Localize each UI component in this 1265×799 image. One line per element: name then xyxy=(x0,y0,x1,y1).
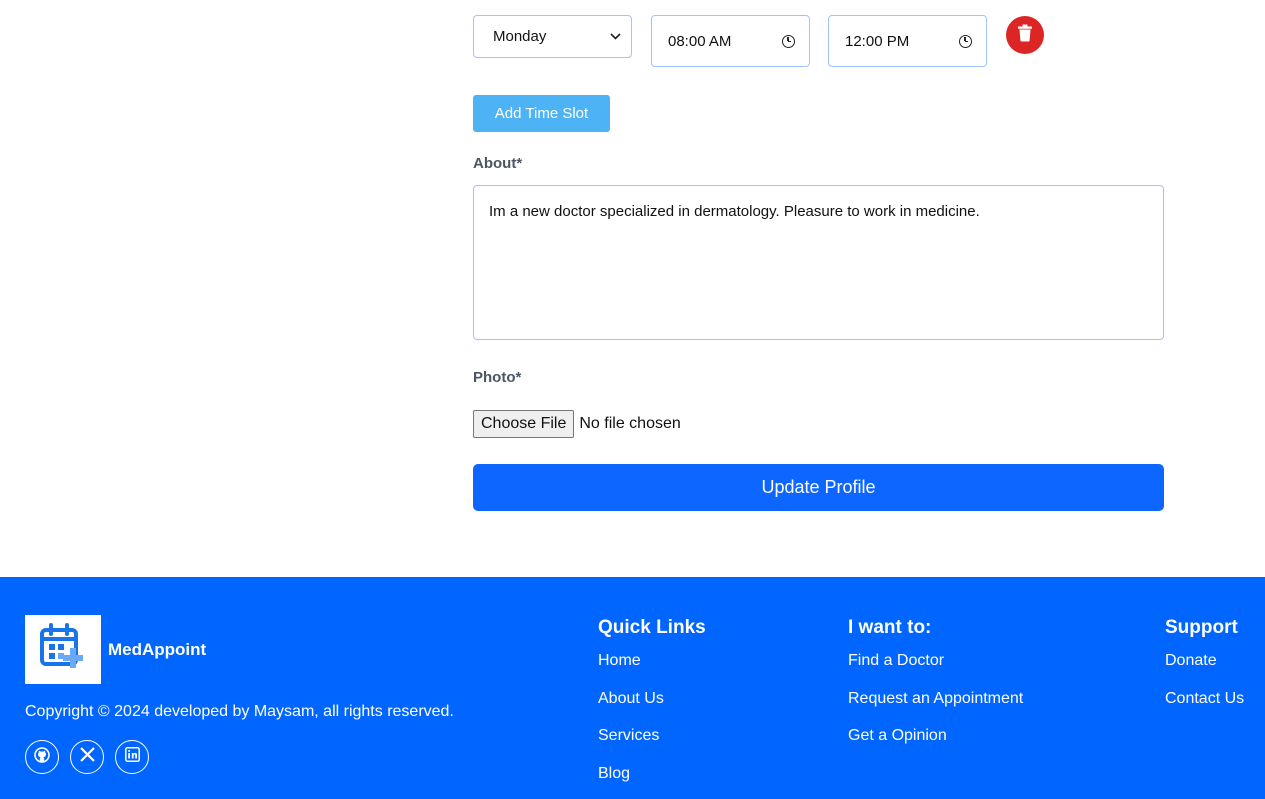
quick-links-title: Quick Links xyxy=(598,617,706,638)
linkedin-icon xyxy=(124,747,140,767)
page: Monday 08:00 AM 12:00 PM Add Time Slot A… xyxy=(0,0,1265,799)
clock-icon[interactable] xyxy=(959,34,972,48)
brand-name[interactable]: MedAppoint xyxy=(108,640,206,660)
about-textarea[interactable]: Im a new doctor specialized in dermatolo… xyxy=(473,185,1164,340)
support-column: Support Donate Contact Us xyxy=(1165,618,1244,728)
github-link[interactable] xyxy=(25,740,59,774)
file-status: No file chosen xyxy=(579,415,681,432)
footer: MedAppoint Copyright © 2024 developed by… xyxy=(0,577,1265,799)
footer-link-contact-us[interactable]: Contact Us xyxy=(1165,690,1244,729)
trash-icon xyxy=(1017,24,1033,47)
social-links xyxy=(25,740,149,774)
end-time-value: 12:00 PM xyxy=(845,32,910,50)
start-time-input[interactable]: 08:00 AM xyxy=(651,15,810,67)
copyright-text: Copyright © 2024 developed by Maysam, al… xyxy=(25,703,454,720)
linkedin-link[interactable] xyxy=(115,740,149,774)
github-icon xyxy=(34,746,50,768)
clock-icon[interactable] xyxy=(782,34,795,48)
x-icon xyxy=(79,747,95,767)
footer-link-blog[interactable]: Blog xyxy=(598,765,706,799)
footer-link-find-doctor[interactable]: Find a Doctor xyxy=(848,653,1023,691)
logo[interactable] xyxy=(25,615,101,684)
end-time-input[interactable]: 12:00 PM xyxy=(828,15,987,67)
i-want-to-column: I want to: Find a Doctor Request an Appo… xyxy=(848,618,1023,766)
day-select[interactable]: Monday xyxy=(473,15,632,58)
footer-link-donate[interactable]: Donate xyxy=(1165,653,1244,691)
x-link[interactable] xyxy=(70,740,104,774)
start-time-value: 08:00 AM xyxy=(668,32,732,50)
footer-link-about-us[interactable]: About Us xyxy=(598,690,706,729)
chevron-down-icon xyxy=(610,31,621,43)
photo-file-input: Choose File No file chosen xyxy=(473,410,681,438)
photo-label: Photo* xyxy=(473,369,522,386)
support-title: Support xyxy=(1165,617,1238,638)
footer-link-request-appointment[interactable]: Request an Appointment xyxy=(848,690,1023,729)
day-select-value: Monday xyxy=(493,28,547,45)
footer-link-services[interactable]: Services xyxy=(598,728,706,766)
about-label: About* xyxy=(473,155,523,172)
calendar-plus-icon xyxy=(38,622,88,677)
add-time-slot-button[interactable]: Add Time Slot xyxy=(473,95,610,132)
footer-link-get-opinion[interactable]: Get a Opinion xyxy=(848,728,1023,766)
footer-link-home[interactable]: Home xyxy=(598,653,706,691)
update-profile-button[interactable]: Update Profile xyxy=(473,464,1164,511)
i-want-to-title: I want to: xyxy=(848,617,932,638)
choose-file-button[interactable]: Choose File xyxy=(473,410,575,438)
quick-links-column: Quick Links Home About Us Services Blog xyxy=(598,618,706,799)
time-slot-row: Monday 08:00 AM 12:00 PM xyxy=(473,0,1073,70)
delete-slot-button[interactable] xyxy=(1006,16,1044,54)
